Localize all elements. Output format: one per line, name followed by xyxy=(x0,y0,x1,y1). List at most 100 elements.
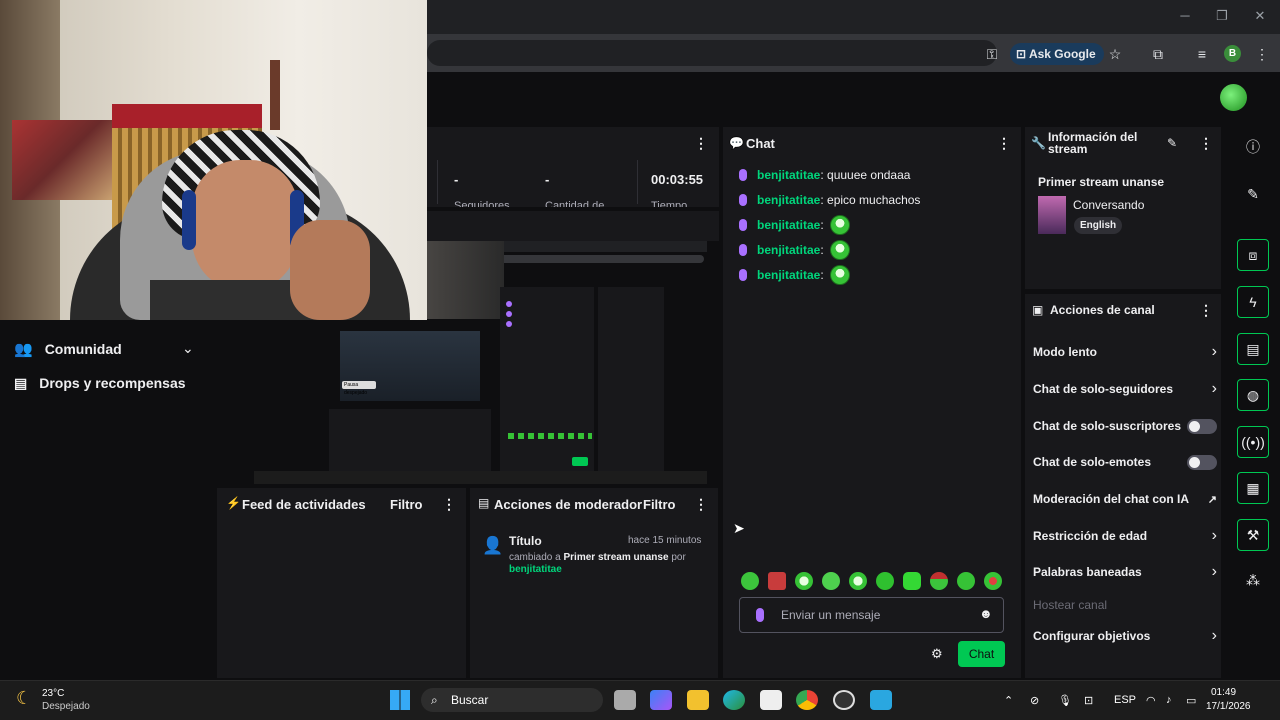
sidebar-item-drops[interactable]: ▤ Drops y recompensas xyxy=(14,372,186,394)
wrench-icon[interactable]: ⚒ xyxy=(1237,519,1269,551)
extensions-icon[interactable]: ⧉ xyxy=(1148,44,1168,64)
emote-icon[interactable] xyxy=(903,572,921,590)
activity-more-icon[interactable]: ⋮ xyxy=(442,497,456,511)
chat-message: benjitatitae: epico muchachos xyxy=(739,190,920,210)
ask-google-button[interactable]: ⊡ Ask Google xyxy=(1010,43,1104,65)
mic-badge-icon xyxy=(739,219,747,231)
chat-input[interactable]: Enviar un mensaje ☻ xyxy=(739,597,1004,633)
profile-avatar[interactable]: B xyxy=(1224,45,1241,62)
close-icon[interactable]: ✕ xyxy=(1250,8,1270,26)
weather-temp[interactable]: 23°C xyxy=(42,688,64,699)
tray-chevron-icon[interactable]: ⌃ xyxy=(1004,694,1013,707)
minimize-icon[interactable]: ─ xyxy=(1175,8,1195,26)
language-tag[interactable]: English xyxy=(1074,217,1123,234)
windows-start-icon[interactable] xyxy=(390,690,410,710)
keyboard-language[interactable]: ESP xyxy=(1114,694,1136,706)
chat-message: benjitatitae: xyxy=(739,240,850,260)
tray-app-icon[interactable]: ⊘ xyxy=(1030,694,1039,707)
action-age-restriction[interactable]: Restricción de edad › xyxy=(1033,526,1217,546)
mic-badge-icon xyxy=(739,269,747,281)
search-icon: ⌕ xyxy=(431,693,438,707)
stats-more-icon[interactable]: ⋮ xyxy=(694,136,708,150)
chat-bubble-icon[interactable]: ◍ xyxy=(1237,379,1269,411)
emote-icon[interactable] xyxy=(822,572,840,590)
stream-info-more-icon[interactable]: ⋮ xyxy=(1199,136,1213,150)
chat-message: benjitatitae: quuuee ondaaa xyxy=(739,165,910,185)
task-view-icon[interactable] xyxy=(614,690,636,710)
weather-desc[interactable]: Despejado xyxy=(42,701,90,712)
category-name[interactable]: Conversando xyxy=(1073,198,1144,212)
chat-send-button[interactable]: Chat xyxy=(958,641,1005,667)
action-ai-moderation[interactable]: Moderación del chat con IA ↗ xyxy=(1033,489,1217,509)
emote-icon[interactable] xyxy=(984,572,1002,590)
mic-badge-icon xyxy=(739,194,747,206)
emotes-only-toggle[interactable] xyxy=(1187,454,1217,470)
clock-time[interactable]: 01:49 xyxy=(1211,687,1236,698)
volume-icon[interactable]: ♪ xyxy=(1166,694,1172,706)
edit-pencil-icon[interactable]: ✎ xyxy=(1237,179,1269,211)
edit-pencil-icon[interactable]: ✎ xyxy=(1167,136,1177,150)
mod-more-icon[interactable]: ⋮ xyxy=(694,497,708,511)
time-label: Tiempo xyxy=(651,200,688,207)
microphone-icon[interactable]: 🎙 xyxy=(1058,694,1072,707)
notes-icon[interactable]: ▤ xyxy=(1237,333,1269,365)
chat-more-icon[interactable]: ⋮ xyxy=(997,136,1011,150)
chevron-down-icon[interactable]: ⌄ xyxy=(182,340,194,357)
user-card-icon: 👤 xyxy=(482,536,504,555)
mod-filter-button[interactable]: Filtro xyxy=(643,497,676,512)
emote-icon[interactable] xyxy=(957,572,975,590)
emote-icon[interactable] xyxy=(768,572,786,590)
activity-filter-button[interactable]: Filtro xyxy=(390,497,423,512)
file-explorer-icon[interactable] xyxy=(687,690,709,710)
chevron-right-icon: › xyxy=(1211,343,1217,360)
emote-icon xyxy=(829,240,850,260)
password-key-icon[interactable]: ⚿ xyxy=(982,44,1002,64)
tray-device-icon[interactable]: ⊡ xyxy=(1084,694,1093,707)
edge-icon[interactable] xyxy=(723,690,745,710)
action-emotes-only[interactable]: Chat de solo-emotes xyxy=(1033,452,1217,472)
action-set-goals[interactable]: Configurar objetivos › xyxy=(1033,626,1217,646)
broadcast-icon[interactable]: ((•)) xyxy=(1237,426,1269,458)
address-bar[interactable] xyxy=(427,40,997,66)
chat-message: benjitatitae: xyxy=(739,265,850,285)
divider xyxy=(637,160,638,204)
chevron-right-icon: › xyxy=(1211,380,1217,397)
clip-icon[interactable]: ⧈ xyxy=(1237,239,1269,271)
media-controls-icon[interactable]: ≡ xyxy=(1192,44,1212,64)
user-avatar[interactable] xyxy=(1220,84,1247,111)
emote-icon[interactable] xyxy=(876,572,894,590)
emote-icon[interactable] xyxy=(795,572,813,590)
taskbar-search[interactable]: ⌕ Buscar xyxy=(421,688,603,712)
wifi-icon[interactable]: ◠ xyxy=(1146,694,1156,707)
subscribers-only-toggle[interactable] xyxy=(1187,418,1217,434)
emote-icon[interactable] xyxy=(741,572,759,590)
divider xyxy=(437,160,438,204)
emote-icon[interactable] xyxy=(849,572,867,590)
chat-bubble-icon: 💬 xyxy=(729,136,744,150)
clock-date[interactable]: 17/1/2026 xyxy=(1206,701,1251,712)
extensions-icon[interactable]: ⁂ xyxy=(1237,565,1269,597)
sidebar-item-comunidad[interactable]: 👥 Comunidad xyxy=(14,338,122,360)
channel-actions-more-icon[interactable]: ⋮ xyxy=(1199,303,1213,317)
action-subscribers-only[interactable]: Chat de solo-suscriptores xyxy=(1033,416,1217,436)
maximize-icon[interactable]: ❐ xyxy=(1212,8,1232,26)
action-banned-words[interactable]: Palabras baneadas › xyxy=(1033,562,1217,582)
browser-menu-icon[interactable]: ⋮ xyxy=(1252,44,1272,64)
action-followers-only[interactable]: Chat de solo-seguidores › xyxy=(1033,379,1217,399)
app-icon[interactable] xyxy=(870,690,892,710)
store-icon[interactable] xyxy=(760,690,782,710)
battery-icon[interactable]: ▭ xyxy=(1186,694,1196,707)
info-icon[interactable]: ⓘ xyxy=(1237,132,1269,164)
obs-icon[interactable] xyxy=(833,690,855,710)
bookmark-star-icon[interactable]: ☆ xyxy=(1105,44,1125,64)
layout-icon[interactable]: ▦ xyxy=(1237,472,1269,504)
chrome-icon[interactable] xyxy=(796,690,818,710)
copilot-icon[interactable] xyxy=(650,690,672,710)
emote-icon[interactable] xyxy=(930,572,948,590)
chat-settings-gear-icon[interactable]: ⚙ xyxy=(931,646,943,662)
emoji-picker-icon[interactable]: ☻ xyxy=(979,606,993,621)
activity-feed-panel xyxy=(217,488,466,678)
action-slow-mode[interactable]: Modo lento › xyxy=(1033,342,1217,362)
category-box-art xyxy=(1038,196,1066,234)
lightning-icon[interactable]: ϟ xyxy=(1237,286,1269,318)
